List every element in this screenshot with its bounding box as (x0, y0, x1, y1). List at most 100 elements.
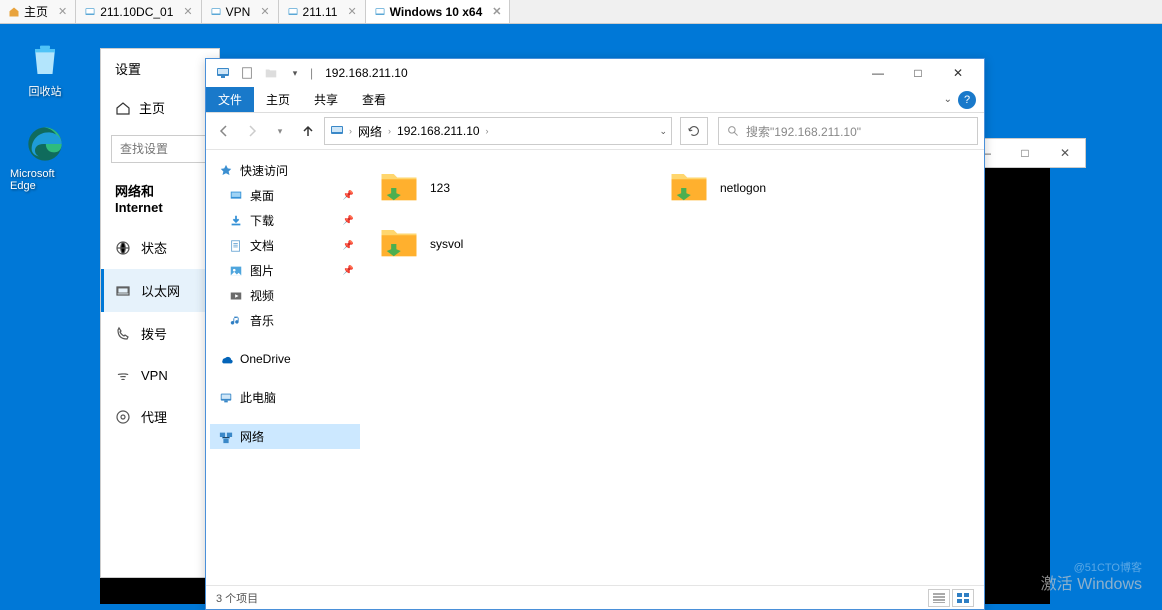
vm-tab-211-11[interactable]: 211.11 ✕ (279, 0, 366, 23)
nav-network[interactable]: 网络 (210, 424, 360, 449)
help-button[interactable]: ? (958, 91, 976, 109)
cto-watermark: @51CTO博客 (1041, 561, 1142, 575)
pin-icon: 📌 (343, 190, 354, 201)
navigation-pane: 快速访问 桌面 📌 下载 📌 文档 📌 (206, 150, 364, 585)
search-input[interactable]: 搜索"192.168.211.10" (718, 117, 978, 145)
nav-this-pc[interactable]: 此电脑 (210, 385, 360, 410)
settings-nav-dialup[interactable]: 拨号 (101, 312, 219, 355)
maximize-button[interactable]: □ (898, 59, 938, 87)
nav-node-label: 文档 (250, 237, 274, 254)
recycle-bin[interactable]: 回收站 (10, 39, 80, 99)
window-controls: — □ ✕ (858, 59, 978, 87)
network-icon (218, 429, 234, 445)
nav-documents[interactable]: 文档 📌 (210, 233, 360, 258)
nav-music[interactable]: 音乐 (210, 308, 360, 333)
downloads-icon (228, 213, 244, 229)
refresh-button[interactable] (680, 117, 708, 145)
close-icon[interactable]: ✕ (347, 5, 356, 18)
address-bar[interactable]: › 网络 › 192.168.211.10 › ⌄ (324, 117, 672, 145)
share-folder-netlogon[interactable]: netlogon (664, 160, 864, 216)
close-icon[interactable]: ✕ (260, 5, 269, 18)
folder-icon[interactable] (260, 62, 282, 84)
documents-icon (228, 238, 244, 254)
home-icon (115, 100, 131, 116)
vm-icon (84, 6, 96, 18)
chevron-right-icon[interactable]: › (388, 126, 391, 136)
edge-shortcut[interactable]: Microsoft Edge (10, 124, 80, 192)
ribbon-tab-view[interactable]: 查看 (350, 87, 398, 112)
breadcrumb-network[interactable]: 网络 (356, 123, 384, 140)
close-icon[interactable]: ✕ (183, 5, 192, 18)
icons-view-button[interactable] (952, 589, 974, 607)
explorer-body: 快速访问 桌面 📌 下载 📌 文档 📌 (206, 149, 984, 585)
ribbon-tabs: 文件 主页 共享 查看 ⌄ ? (206, 87, 984, 113)
back-button[interactable] (212, 119, 236, 143)
desktop-icon (228, 188, 244, 204)
properties-icon[interactable] (236, 62, 258, 84)
monitor-icon[interactable] (212, 62, 234, 84)
settings-search-input[interactable] (111, 135, 209, 163)
search-placeholder: 搜索"192.168.211.10" (746, 123, 861, 140)
pin-icon: 📌 (343, 215, 354, 226)
pin-icon: 📌 (343, 265, 354, 276)
vm-tab-dc[interactable]: 211.10DC_01 ✕ (76, 0, 201, 23)
settings-nav-ethernet[interactable]: 以太网 (101, 269, 219, 312)
chevron-down-icon[interactable]: ⌄ (944, 94, 952, 105)
vm-tab-label: Windows 10 x64 (390, 5, 483, 19)
explorer-titlebar[interactable]: ▾ | 192.168.211.10 — □ ✕ (206, 59, 984, 87)
close-icon[interactable]: ✕ (492, 5, 501, 18)
details-view-button[interactable] (928, 589, 950, 607)
vm-icon (374, 6, 386, 18)
nav-item-label: 状态 (141, 238, 167, 257)
nav-quick-access[interactable]: 快速访问 (210, 158, 360, 183)
vm-tab-label: 211.11 (303, 5, 338, 19)
vm-tab-home[interactable]: 主页 ✕ (0, 0, 76, 23)
ribbon-tab-file[interactable]: 文件 (206, 87, 254, 112)
recent-button[interactable]: ▾ (268, 119, 292, 143)
pc-icon (218, 390, 234, 406)
nav-node-label: 桌面 (250, 187, 274, 204)
ribbon-tab-home[interactable]: 主页 (254, 87, 302, 112)
minimize-button[interactable]: — (858, 59, 898, 87)
close-icon[interactable]: ✕ (58, 5, 67, 18)
ribbon-tab-share[interactable]: 共享 (302, 87, 350, 112)
settings-nav-vpn[interactable]: ᯤ VPN (101, 355, 219, 395)
nav-pictures[interactable]: 图片 📌 (210, 258, 360, 283)
desktop-icons: 回收站 Microsoft Edge (10, 39, 80, 192)
nav-node-label: 视频 (250, 287, 274, 304)
chevron-right-icon[interactable]: › (486, 126, 489, 136)
vm-tab-vpn[interactable]: VPN ✕ (202, 0, 279, 23)
settings-nav-proxy[interactable]: 代理 (101, 395, 219, 438)
maximize-button[interactable]: □ (1005, 139, 1045, 167)
share-folder-123[interactable]: 123 (374, 160, 574, 216)
nav-item-label: 以太网 (141, 281, 180, 300)
settings-home-link[interactable]: 主页 (101, 88, 219, 127)
nav-videos[interactable]: 视频 (210, 283, 360, 308)
music-icon (228, 313, 244, 329)
nav-node-label: 下载 (250, 212, 274, 229)
close-button[interactable]: ✕ (938, 59, 978, 87)
chevron-right-icon[interactable]: › (349, 126, 352, 136)
vm-icon (210, 6, 222, 18)
nav-downloads[interactable]: 下载 📌 (210, 208, 360, 233)
forward-button[interactable] (240, 119, 264, 143)
close-button[interactable]: ✕ (1045, 139, 1085, 167)
vm-tab-label: 211.10DC_01 (100, 5, 173, 19)
breadcrumb-current[interactable]: 192.168.211.10 (395, 124, 482, 138)
nav-node-label: 快速访问 (240, 162, 288, 179)
vpn-icon: ᯤ (115, 367, 131, 383)
share-folder-sysvol[interactable]: sysvol (374, 216, 574, 272)
navigation-bar: ▾ › 网络 › 192.168.211.10 › ⌄ 搜索"192.168.2… (206, 113, 984, 149)
watermark: @51CTO博客 激活 Windows (1041, 561, 1142, 596)
vm-tab-win10[interactable]: Windows 10 x64 ✕ (366, 0, 511, 23)
up-button[interactable] (296, 119, 320, 143)
nav-desktop[interactable]: 桌面 📌 (210, 183, 360, 208)
nav-onedrive[interactable]: OneDrive (210, 347, 360, 371)
settings-section-title: 网络和 Internet (101, 171, 219, 226)
window-title: 192.168.211.10 (325, 66, 858, 80)
chevron-down-icon[interactable]: ▾ (284, 62, 306, 84)
folder-name: 123 (430, 181, 450, 195)
settings-nav-status[interactable]: 状态 (101, 226, 219, 269)
chevron-down-icon[interactable]: ⌄ (659, 126, 667, 137)
content-pane[interactable]: 123 sysvol netlogon (364, 150, 984, 585)
